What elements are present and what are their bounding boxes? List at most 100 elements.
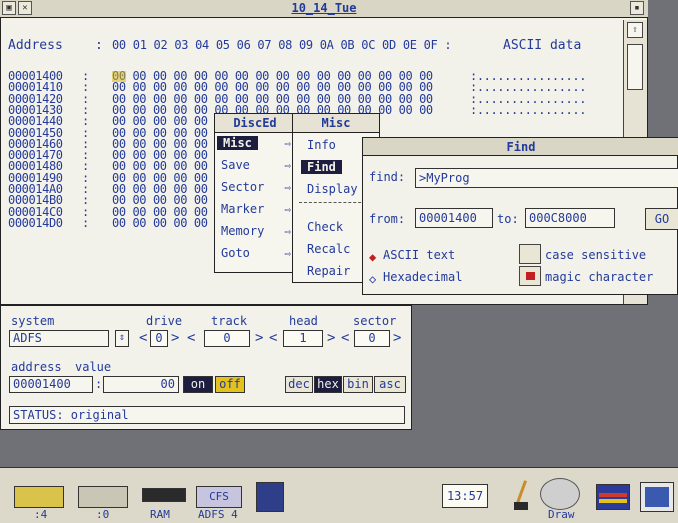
on-button[interactable]: on (183, 376, 213, 393)
floppy-drive-icon[interactable] (14, 486, 64, 508)
row-address[interactable]: 000014D0 (8, 217, 63, 229)
from-label: from: (369, 212, 406, 226)
drive-increment-icon[interactable]: > (171, 330, 179, 346)
toggle-size-icon[interactable]: ▪ (630, 1, 644, 15)
draw-label: Draw (548, 508, 575, 521)
go-button[interactable]: GO (645, 208, 678, 230)
menu-item-info[interactable]: Info (307, 138, 336, 152)
case-sensitive-label: case sensitive (545, 248, 647, 262)
ascii-text-option[interactable]: ASCII text (383, 248, 455, 262)
ram-label: RAM (150, 508, 170, 521)
sector-decrement-icon[interactable]: < (341, 330, 349, 346)
menu-item-find[interactable]: Find (301, 160, 342, 174)
row-ascii[interactable]: :................ (470, 104, 586, 116)
drive-decrement-icon[interactable]: < (139, 330, 147, 346)
clock-display[interactable]: 13:57 (442, 484, 488, 508)
menu-item-display[interactable]: Display (307, 182, 358, 196)
menu-item-goto[interactable]: Goto (221, 246, 250, 260)
edit-cursor (112, 71, 126, 82)
scroll-up-icon[interactable]: ⇧ (627, 22, 643, 38)
address-field[interactable]: 00001400 (9, 376, 93, 393)
status-line: STATUS: original (9, 406, 405, 424)
dec-button[interactable]: dec (285, 376, 313, 393)
track-field[interactable]: 0 (204, 330, 250, 347)
submenu-arrow-icon: ⇨ (284, 137, 291, 150)
drive-label: drive (146, 314, 183, 328)
drive-4-label: :4 (34, 508, 48, 521)
head-label: head (289, 314, 318, 328)
drive-field[interactable]: 0 (150, 330, 168, 347)
from-input[interactable]: 00001400 (415, 208, 493, 228)
hex-button[interactable]: hex (314, 376, 342, 393)
track-decrement-icon[interactable]: < (187, 330, 195, 346)
value-label: value (75, 360, 112, 374)
system-label: system (11, 314, 55, 328)
header-separator: : (95, 38, 103, 53)
control-panel: system ADFS ⇕ drive < 0 > track < 0 > he… (0, 305, 412, 430)
drive-0-label: :0 (96, 508, 110, 521)
menu-divider (299, 202, 371, 203)
menu-item-save[interactable]: Save (221, 158, 250, 172)
sector-label: sector (353, 314, 397, 328)
magic-character-checkbox[interactable] (519, 266, 541, 286)
submenu-arrow-icon: ⇨ (284, 203, 291, 216)
adfs-4-label: ADFS 4 (198, 508, 238, 521)
submenu-arrow-icon: ⇨ (284, 247, 291, 260)
find-window-title[interactable]: Find (363, 138, 678, 156)
window-titlebar[interactable]: ▣ ✕ 10_14_Tue ▪ (0, 0, 648, 18)
sector-increment-icon[interactable]: > (393, 330, 401, 346)
find-input[interactable]: >MyProg (415, 168, 678, 188)
row-separator: : (82, 216, 89, 230)
checkbox-tick-icon (526, 272, 535, 280)
menu-item-recalc[interactable]: Recalc (307, 242, 350, 256)
track-label: track (211, 314, 248, 328)
hexadecimal-option[interactable]: Hexadecimal (383, 270, 462, 284)
icon-bar: :4 :0 RAM CFS ADFS 4 13:57 Draw (0, 467, 678, 523)
palette-icon[interactable] (596, 484, 630, 510)
to-input[interactable]: 000C8000 (525, 208, 615, 228)
find-label: find: (369, 170, 406, 184)
head-increment-icon[interactable]: > (327, 330, 335, 346)
to-label: to: (497, 212, 519, 226)
menu-item-check[interactable]: Check (307, 220, 343, 234)
submenu-arrow-icon: ⇨ (284, 225, 291, 238)
bin-button[interactable]: bin (343, 376, 373, 393)
off-button[interactable]: off (215, 376, 245, 393)
cfs-icon[interactable]: CFS (196, 486, 242, 508)
magic-character-label: magic character (545, 270, 654, 284)
ram-disc-icon[interactable] (142, 488, 186, 502)
track-increment-icon[interactable]: > (255, 330, 263, 346)
system-menu-icon[interactable]: ⇕ (115, 330, 129, 347)
draw-icon[interactable] (540, 478, 580, 510)
address-header-label: Address (8, 38, 63, 53)
window-title: 10_14_Tue (291, 1, 357, 15)
address-colon: : (95, 377, 103, 391)
submenu-arrow-icon: ⇨ (284, 159, 291, 172)
disced-menu: DiscEd Misc ⇨ Save ⇨ Sector ⇨ Marker ⇨ M… (214, 113, 296, 273)
hard-disc-icon[interactable] (78, 486, 128, 508)
value-field[interactable]: 00 (103, 376, 179, 393)
menu-item-repair[interactable]: Repair (307, 264, 350, 278)
scrollbar-thumb[interactable] (627, 44, 643, 90)
paint-icon[interactable] (510, 480, 532, 512)
task-manager-icon[interactable] (640, 482, 674, 512)
apps-icon[interactable] (256, 482, 284, 512)
disced-menu-title: DiscEd (215, 114, 295, 133)
ascii-data-header: ASCII data (503, 38, 582, 53)
find-window: Find find: >MyProg from: 00001400 to: 00… (362, 137, 678, 295)
asc-button[interactable]: asc (374, 376, 406, 393)
radio-unselected-icon[interactable]: ◇ (369, 272, 376, 286)
system-field[interactable]: ADFS (9, 330, 109, 347)
radio-selected-icon[interactable]: ◆ (369, 250, 376, 264)
menu-item-marker[interactable]: Marker (221, 202, 264, 216)
sector-field[interactable]: 0 (354, 330, 390, 347)
menu-item-memory[interactable]: Memory (221, 224, 264, 238)
head-field[interactable]: 1 (283, 330, 323, 347)
head-decrement-icon[interactable]: < (269, 330, 277, 346)
byte-column-header: 00 01 02 03 04 05 06 07 08 09 0A 0B 0C 0… (112, 38, 452, 52)
menu-item-sector[interactable]: Sector (221, 180, 264, 194)
menu-item-misc[interactable]: Misc (217, 136, 258, 150)
misc-menu-title: Misc (293, 114, 379, 133)
address-label: address (11, 360, 62, 374)
case-sensitive-checkbox[interactable] (519, 244, 541, 264)
